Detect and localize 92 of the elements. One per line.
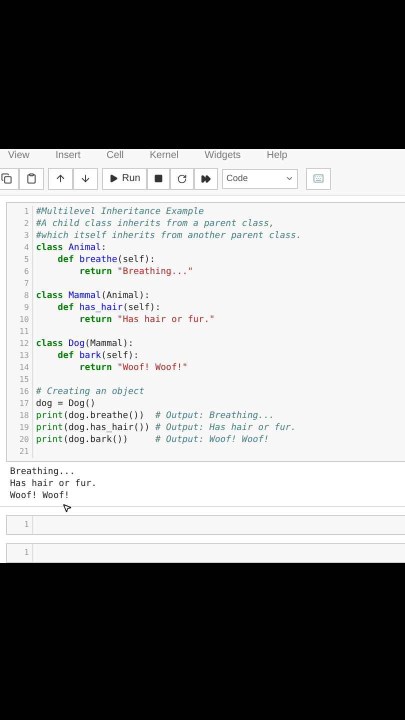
line-number: 2	[24, 218, 29, 230]
line-number: 6	[24, 266, 29, 278]
code-token: Animal	[68, 242, 102, 254]
menu-item[interactable]: Cell	[106, 149, 124, 162]
output-line: Woof! Woof!	[10, 490, 70, 502]
code-cell[interactable]	[6, 202, 405, 462]
arrow-up-icon	[55, 173, 66, 184]
line-number: 14	[19, 362, 29, 374]
restart-button[interactable]	[170, 168, 194, 190]
menu-item[interactable]: Kernel	[150, 149, 179, 162]
code-token: print	[36, 434, 64, 446]
line-number: 1	[24, 547, 29, 559]
code-token: breathe	[79, 254, 118, 266]
line-number: 4	[24, 242, 29, 254]
code-token: (dog.breathe())	[63, 410, 146, 422]
move-down-button[interactable]	[73, 168, 98, 190]
line-number: 21	[19, 446, 29, 458]
code-token: #which itself inherits from another parent class.	[36, 230, 302, 242]
empty-code-cell[interactable]: 1	[6, 543, 405, 563]
run-all-button[interactable]	[194, 168, 218, 190]
keyboard-icon	[313, 173, 324, 184]
cell-type-select[interactable]: Code	[222, 168, 298, 189]
code-token: #Multilevel Inheritance Example	[36, 206, 204, 218]
code-token: :	[101, 242, 106, 254]
paste-button[interactable]	[19, 168, 44, 190]
code-token: (self):	[101, 350, 139, 362]
menu-item[interactable]: Help	[266, 149, 288, 162]
code-token: "Breathing..."	[117, 266, 194, 278]
output-line: Has hair or fur.	[10, 478, 97, 490]
stop-icon	[154, 174, 164, 184]
code-token: # Output: Has hair or fur.	[155, 422, 296, 434]
line-number: 1	[24, 206, 29, 218]
code-token: return	[78, 362, 113, 374]
code-token: class	[36, 290, 64, 302]
copy-button[interactable]	[0, 168, 19, 190]
code-token: print	[36, 410, 64, 422]
line-number: 15	[19, 374, 29, 386]
run-button[interactable]: Run	[102, 168, 148, 190]
output-line: Breathing...	[10, 466, 76, 478]
line-number: 5	[24, 254, 29, 266]
code-token: def	[56, 350, 75, 362]
code-token: (dog.bark())	[63, 434, 130, 446]
code-token: dog = Dog()	[36, 398, 96, 410]
code-token: # Creating an object	[36, 386, 144, 398]
line-number: 19	[19, 422, 29, 434]
code-token: (Mammal):	[84, 338, 134, 350]
code-token: def	[56, 254, 75, 266]
line-number: 3	[24, 230, 29, 242]
code-token: (self):	[122, 302, 161, 314]
line-number: 10	[19, 314, 29, 326]
arrow-down-icon	[80, 173, 91, 184]
line-number: 18	[19, 410, 29, 422]
stop-button[interactable]	[147, 168, 170, 190]
code-token: # Output: Breathing...	[155, 410, 274, 422]
code-token: #A child class inherits from a parent class,	[36, 218, 274, 230]
menu-item[interactable]: Insert	[56, 149, 81, 162]
code-token: bark	[79, 350, 102, 362]
code-token: class	[36, 338, 64, 350]
clipboard-icon	[26, 173, 37, 184]
code-token: "Woof! Woof!"	[117, 362, 188, 374]
line-number: 13	[19, 350, 29, 362]
line-number: 17	[19, 398, 29, 410]
menu-item[interactable]: Widgets	[204, 149, 241, 162]
line-number: 9	[24, 302, 29, 314]
line-number: 20	[19, 434, 29, 446]
line-number: 7	[24, 278, 29, 290]
code-token: has_hair	[79, 302, 123, 314]
code-token: return	[78, 266, 113, 278]
code-token: Mammal	[68, 290, 102, 302]
code-token: # Output: Woof! Woof!	[155, 434, 270, 446]
menu-item[interactable]: View	[8, 149, 30, 162]
mouse-cursor-icon	[62, 503, 72, 513]
copy-icon	[1, 173, 12, 184]
line-number: 16	[19, 386, 29, 398]
move-up-button[interactable]	[48, 168, 73, 190]
line-number: 8	[24, 290, 29, 302]
line-number: 1	[24, 519, 29, 531]
code-token: (Animal):	[101, 290, 150, 302]
code-token: print	[36, 422, 64, 434]
code-token: "Has hair or fur."	[117, 314, 215, 326]
code-token: def	[56, 302, 75, 314]
empty-code-cell[interactable]: 1	[6, 515, 405, 535]
code-token: Dog	[68, 338, 85, 350]
restart-icon	[177, 174, 188, 184]
line-number: 12	[19, 338, 29, 350]
code-token: (self):	[117, 254, 156, 266]
play-icon	[109, 174, 118, 184]
fast-forward-icon	[201, 174, 212, 184]
code-token: return	[78, 314, 113, 326]
line-number: 11	[19, 326, 29, 338]
code-token: class	[36, 242, 64, 254]
code-token: (dog.has_hair())	[63, 422, 151, 434]
